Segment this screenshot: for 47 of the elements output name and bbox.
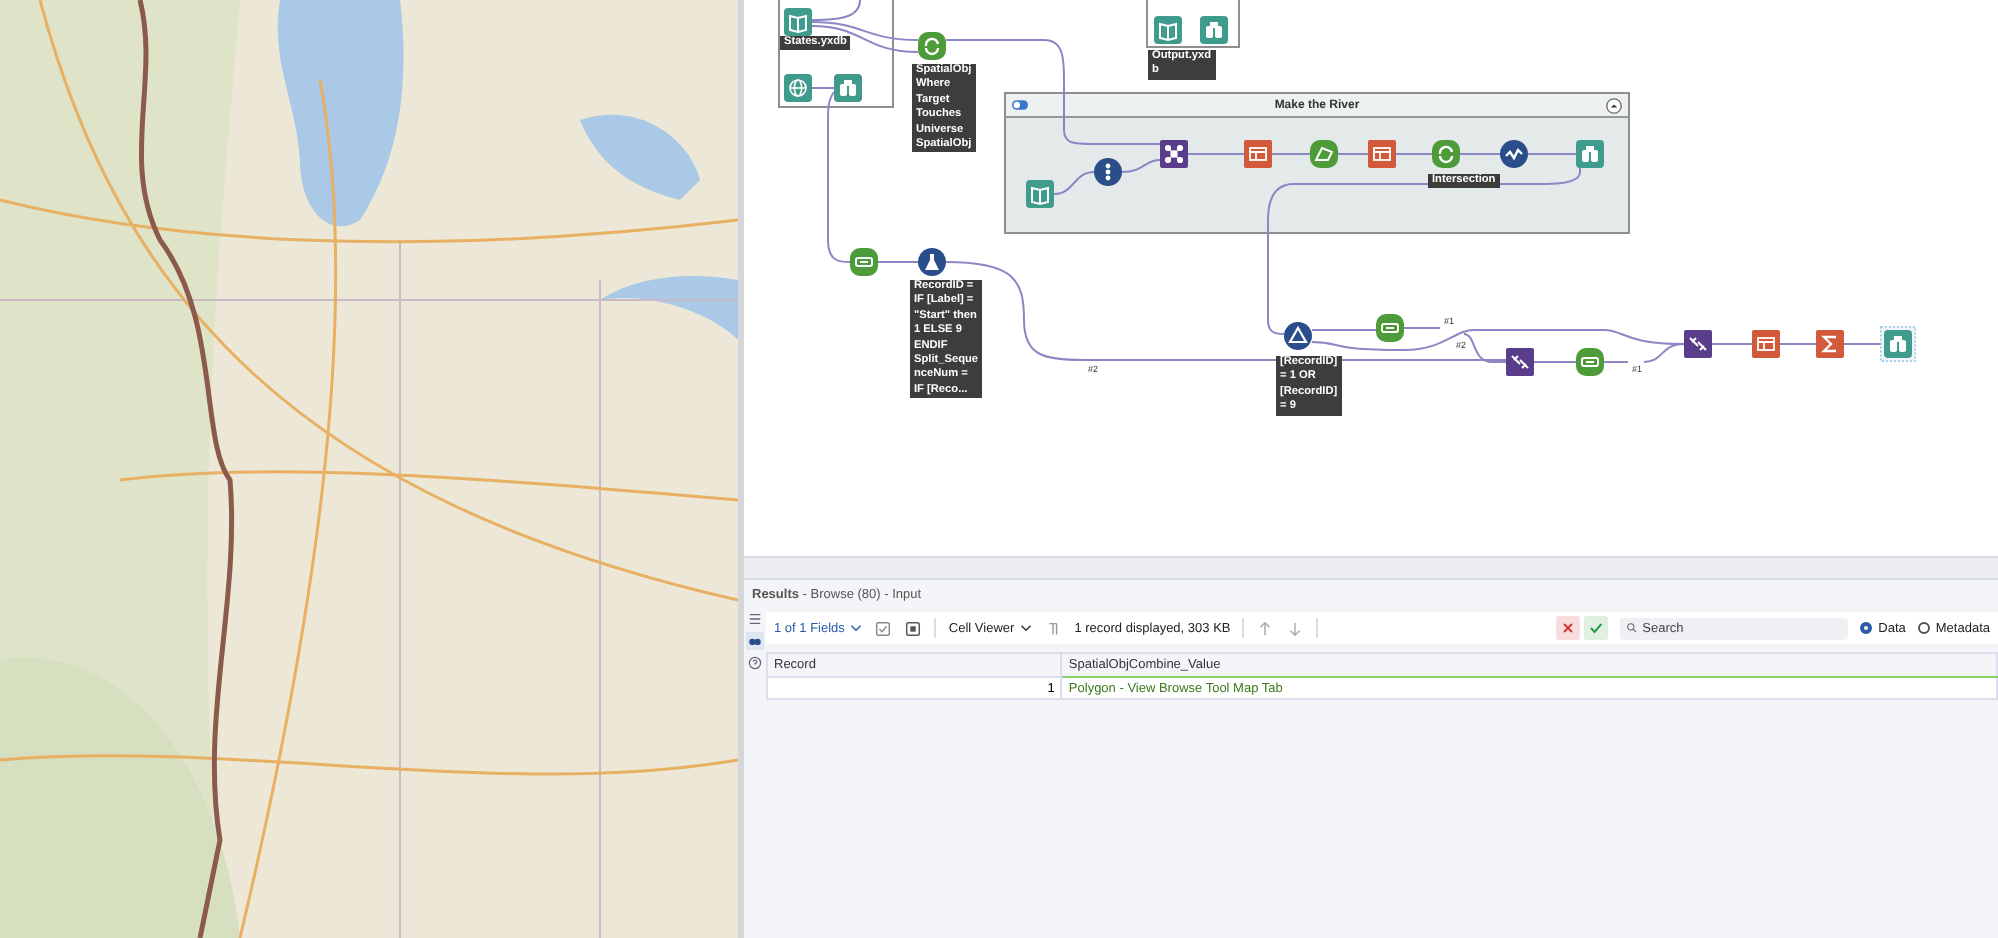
caret-icon [1020, 624, 1033, 632]
connection-line [1533, 361, 1577, 363]
connection-line [1337, 153, 1369, 155]
connection-line [877, 261, 919, 263]
search-icon [1626, 622, 1639, 634]
help-icon[interactable] [746, 654, 764, 672]
down-arrow-icon[interactable] [1286, 619, 1305, 637]
binoculars-icon[interactable] [1196, 12, 1232, 48]
connection-line [1779, 343, 1817, 345]
collapse-icon[interactable] [1606, 97, 1622, 113]
sprocket-icon[interactable] [1372, 310, 1408, 346]
radio-button[interactable] [1917, 622, 1930, 634]
connection-line [1459, 153, 1501, 155]
check-icon[interactable] [1584, 616, 1609, 640]
list-icon[interactable] [746, 610, 764, 628]
network-icon[interactable] [1156, 136, 1192, 172]
connection-line [1527, 153, 1577, 155]
connection-line [1121, 159, 1161, 173]
close-icon[interactable] [1556, 616, 1581, 640]
square-icon[interactable] [904, 619, 923, 637]
connection-line [1395, 153, 1433, 155]
connection-line [1843, 343, 1885, 345]
connection-line [1053, 171, 1095, 195]
connection-line [1603, 361, 1629, 363]
chain-icon[interactable] [1502, 344, 1538, 380]
table-icon[interactable] [1240, 136, 1276, 172]
binoculars-icon[interactable] [746, 632, 764, 650]
table-icon[interactable] [1748, 326, 1784, 362]
connection-line [1187, 153, 1245, 155]
flask-icon[interactable] [914, 244, 950, 280]
radio-button[interactable] [1860, 622, 1873, 634]
sprocket-icon[interactable] [846, 244, 882, 280]
globe-icon[interactable] [780, 70, 816, 106]
connection-line [1271, 153, 1311, 155]
checkbox-icon[interactable] [874, 619, 893, 637]
table-icon[interactable] [1364, 136, 1400, 172]
caret-icon [850, 624, 863, 632]
sigma-icon[interactable] [1812, 326, 1848, 362]
up-arrow-icon[interactable] [1256, 619, 1275, 637]
binoculars-icon[interactable] [1572, 136, 1608, 172]
binoculars-icon[interactable] [1880, 326, 1916, 362]
toggle-icon[interactable] [1012, 100, 1028, 110]
book-icon[interactable] [780, 4, 816, 40]
connection-line [1711, 343, 1753, 345]
sprocket-icon[interactable] [1572, 344, 1608, 380]
binoculars-icon[interactable] [830, 70, 866, 106]
chain-icon[interactable] [1680, 326, 1716, 362]
